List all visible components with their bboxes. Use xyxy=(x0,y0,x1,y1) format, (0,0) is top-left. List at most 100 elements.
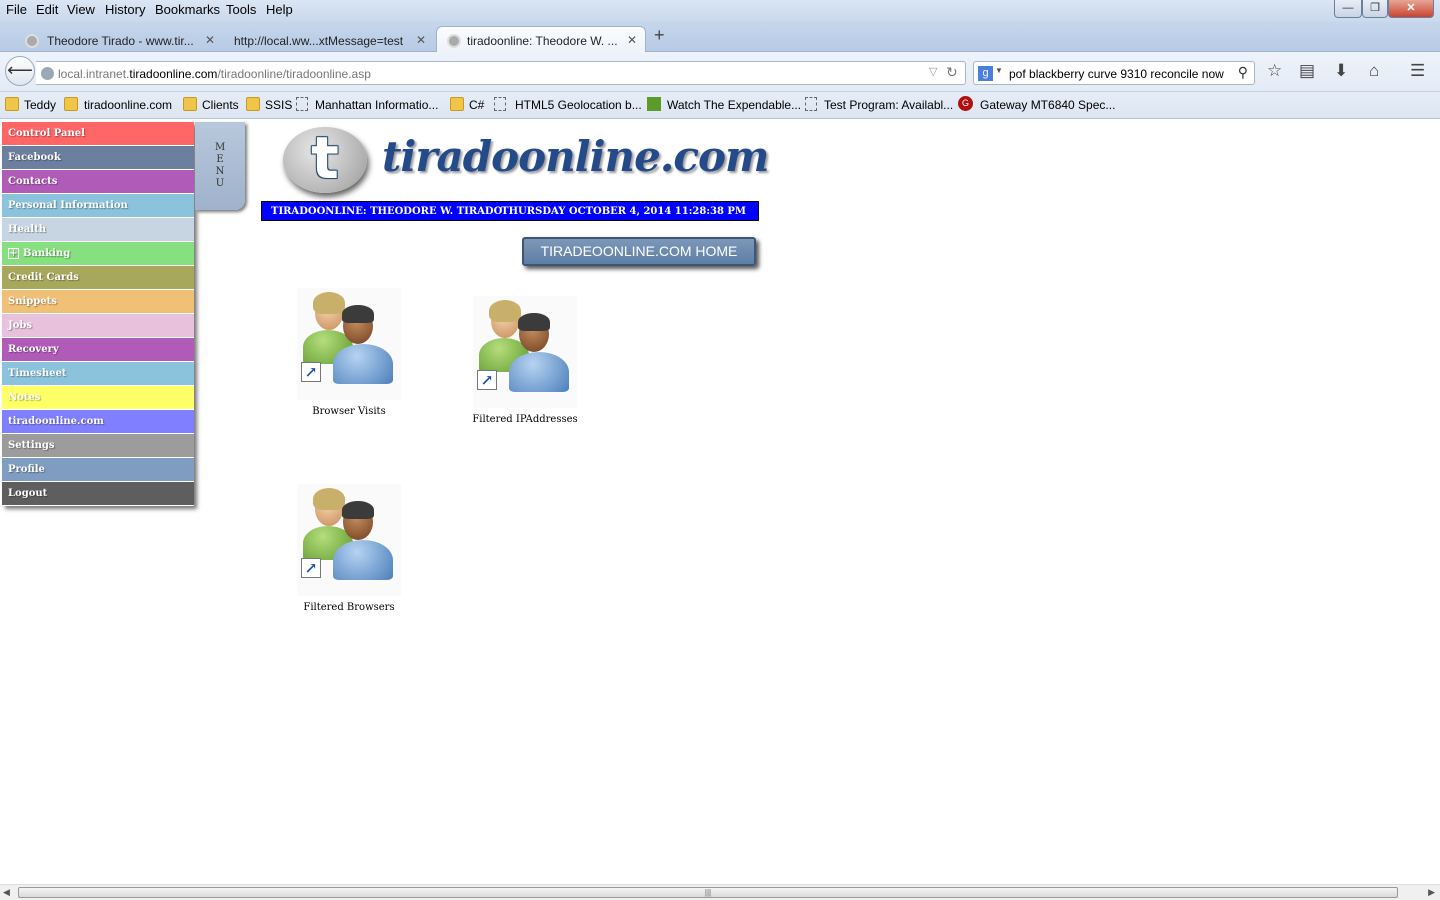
bookmark-teddy[interactable]: Teddy xyxy=(24,98,56,112)
reading-list-icon[interactable]: ▤ xyxy=(1299,61,1315,81)
expand-plus-icon[interactable]: + xyxy=(8,248,19,259)
search-engine-dropdown-icon[interactable]: ▼ xyxy=(995,66,1003,75)
side-menu-item-profile[interactable]: Profile xyxy=(2,458,194,482)
side-menu-item-health[interactable]: Health xyxy=(2,218,194,242)
bookmark-gateway[interactable]: Gateway MT6840 Spec... xyxy=(980,98,1115,112)
side-menu-label: Health xyxy=(8,224,46,235)
video-icon xyxy=(647,97,661,111)
menu-tab-letter: U xyxy=(215,178,225,189)
url-dropdown-icon[interactable]: ▽ xyxy=(929,65,937,78)
folder-icon xyxy=(183,97,197,111)
side-menu-item-contacts[interactable]: Contacts xyxy=(2,170,194,194)
side-menu-item-tiradoonline-com[interactable]: tiradoonline.com xyxy=(2,410,194,434)
back-button[interactable]: ⟵ xyxy=(5,56,35,86)
gateway-icon: G xyxy=(958,96,973,111)
side-menu-label: Profile xyxy=(8,464,45,475)
logo-badge: t xyxy=(283,127,367,193)
user-title: TIRADOONLINE: THEODORE W. TIRADO xyxy=(271,206,503,217)
side-menu-label: Notes xyxy=(8,392,41,403)
side-menu-item-recovery[interactable]: Recovery xyxy=(2,338,194,362)
maximize-button[interactable]: ❐ xyxy=(1362,0,1388,18)
menu-tab-letter: M xyxy=(215,142,226,153)
side-menu-item-timesheet[interactable]: Timesheet xyxy=(2,362,194,386)
menu-edit[interactable]: Edit xyxy=(36,2,58,17)
page-icon xyxy=(447,34,461,48)
bookmark-star-icon[interactable]: ☆ xyxy=(1267,61,1282,81)
bookmark-manhattan[interactable]: Manhattan Informatio... xyxy=(315,98,438,112)
side-menu-item-logout[interactable]: Logout xyxy=(2,482,194,506)
url-bar[interactable]: local.intranet.tiradoonline.com/tiradoon… xyxy=(36,61,966,85)
url-domain: tiradoonline.com xyxy=(129,67,218,81)
close-tab-icon[interactable]: ✕ xyxy=(627,33,637,47)
close-tab-icon[interactable]: ✕ xyxy=(205,33,215,47)
menu-tab-letter: E xyxy=(216,154,224,165)
side-menu-item-credit-cards[interactable]: Credit Cards xyxy=(2,266,194,290)
globe-icon xyxy=(41,67,54,80)
search-icon[interactable]: ⚲ xyxy=(1238,64,1248,81)
side-menu-item-personal-information[interactable]: Personal Information xyxy=(2,194,194,218)
downloads-icon[interactable]: ⬇ xyxy=(1334,61,1348,81)
side-menu-label: Snippets xyxy=(8,296,57,307)
title-bar: TIRADOONLINE: THEODORE W. TIRADO THURSDA… xyxy=(261,201,759,221)
menu-help[interactable]: Help xyxy=(266,2,293,17)
new-tab-button[interactable]: + xyxy=(654,25,665,46)
shortcut-label: Filtered Browsers xyxy=(303,602,395,613)
menu-history[interactable]: History xyxy=(105,2,145,17)
hamburger-menu-icon[interactable]: ☰ xyxy=(1410,61,1425,81)
bookmark-expendables[interactable]: Watch The Expendable... xyxy=(667,98,801,112)
menu-bookmarks[interactable]: Bookmarks xyxy=(155,2,220,17)
scrollbar-thumb[interactable]: ||| xyxy=(18,887,1398,898)
folder-icon xyxy=(64,97,78,111)
scroll-left-icon[interactable]: ◀ xyxy=(3,887,10,898)
bookmark-csharp[interactable]: C# xyxy=(469,98,484,112)
navigation-bar: ⟵ local.intranet.tiradoonline.com/tirado… xyxy=(0,52,1440,92)
side-menu-item-control-panel[interactable]: Control Panel xyxy=(2,122,194,146)
side-menu-label: Personal Information xyxy=(8,200,128,211)
home-icon[interactable]: ⌂ xyxy=(1369,61,1379,81)
bookmark-html5-geolocation[interactable]: HTML5 Geolocation b... xyxy=(515,98,642,112)
close-window-button[interactable]: ✕ xyxy=(1388,0,1434,18)
page-icon xyxy=(494,97,506,111)
page-icon xyxy=(25,34,39,48)
side-menu-item-banking[interactable]: + Banking xyxy=(2,242,194,266)
home-button[interactable]: TIRADEOONLINE.COM HOME xyxy=(522,237,756,266)
side-menu-item-jobs[interactable]: Jobs xyxy=(2,314,194,338)
shortcut-browser-visits[interactable]: ↗ Browser Visits xyxy=(279,288,419,417)
side-menu-item-notes[interactable]: Notes xyxy=(2,386,194,410)
tab-theodore-tirado[interactable]: Theodore Tirado - www.tir... ✕ xyxy=(14,26,224,52)
bookmark-test-program[interactable]: Test Program: Availabl... xyxy=(824,98,953,112)
side-menu-label: Timesheet xyxy=(8,368,67,379)
shortcut-filtered-ipaddresses[interactable]: ↗ Filtered IPAddresses xyxy=(455,296,595,425)
url-text: local.intranet.tiradoonline.com/tiradoon… xyxy=(58,67,371,81)
tab-local-message[interactable]: http://local.ww...xtMessage=test ✕ xyxy=(225,26,435,52)
menu-view[interactable]: View xyxy=(67,2,95,17)
shortcut-label: Filtered IPAddresses xyxy=(472,414,578,425)
page-icon xyxy=(296,97,308,111)
bookmark-tiradoonline[interactable]: tiradoonline.com xyxy=(84,98,172,112)
horizontal-scrollbar[interactable]: ◀ ||| ▶ xyxy=(0,884,1440,900)
bookmark-clients[interactable]: Clients xyxy=(202,98,239,112)
google-icon[interactable]: g xyxy=(978,66,993,81)
side-menu-label: Contacts xyxy=(8,176,58,187)
minimize-button[interactable]: — xyxy=(1334,0,1362,18)
side-menu-item-settings[interactable]: Settings xyxy=(2,434,194,458)
menu-file[interactable]: File xyxy=(6,2,27,17)
users-shortcut-icon: ↗ xyxy=(297,484,401,596)
page-icon xyxy=(805,97,817,111)
menu-bar: File Edit View History Bookmarks Tools H… xyxy=(0,0,1440,22)
bookmark-ssis[interactable]: SSIS xyxy=(265,98,292,112)
scroll-right-icon[interactable]: ▶ xyxy=(1428,887,1435,898)
search-bar[interactable]: g ▼ pof blackberry curve 9310 reconcile … xyxy=(973,61,1255,85)
side-menu-item-facebook[interactable]: Facebook xyxy=(2,146,194,170)
tab-tiradoonline[interactable]: tiradoonline: Theodore W. ... ✕ xyxy=(436,26,646,52)
side-menu-item-snippets[interactable]: Snippets xyxy=(2,290,194,314)
reload-icon[interactable]: ↻ xyxy=(946,64,958,81)
menu-toggle-tab[interactable]: M E N U xyxy=(195,122,245,210)
search-input[interactable]: pof blackberry curve 9310 reconcile now xyxy=(1009,67,1224,81)
side-menu-label: Credit Cards xyxy=(8,272,79,283)
menu-tools[interactable]: Tools xyxy=(226,2,256,17)
close-tab-icon[interactable]: ✕ xyxy=(416,33,426,47)
shortcut-filtered-browsers[interactable]: ↗ Filtered Browsers xyxy=(279,484,419,613)
side-menu-label: Facebook xyxy=(8,152,61,163)
logo-letter: t xyxy=(311,124,339,192)
